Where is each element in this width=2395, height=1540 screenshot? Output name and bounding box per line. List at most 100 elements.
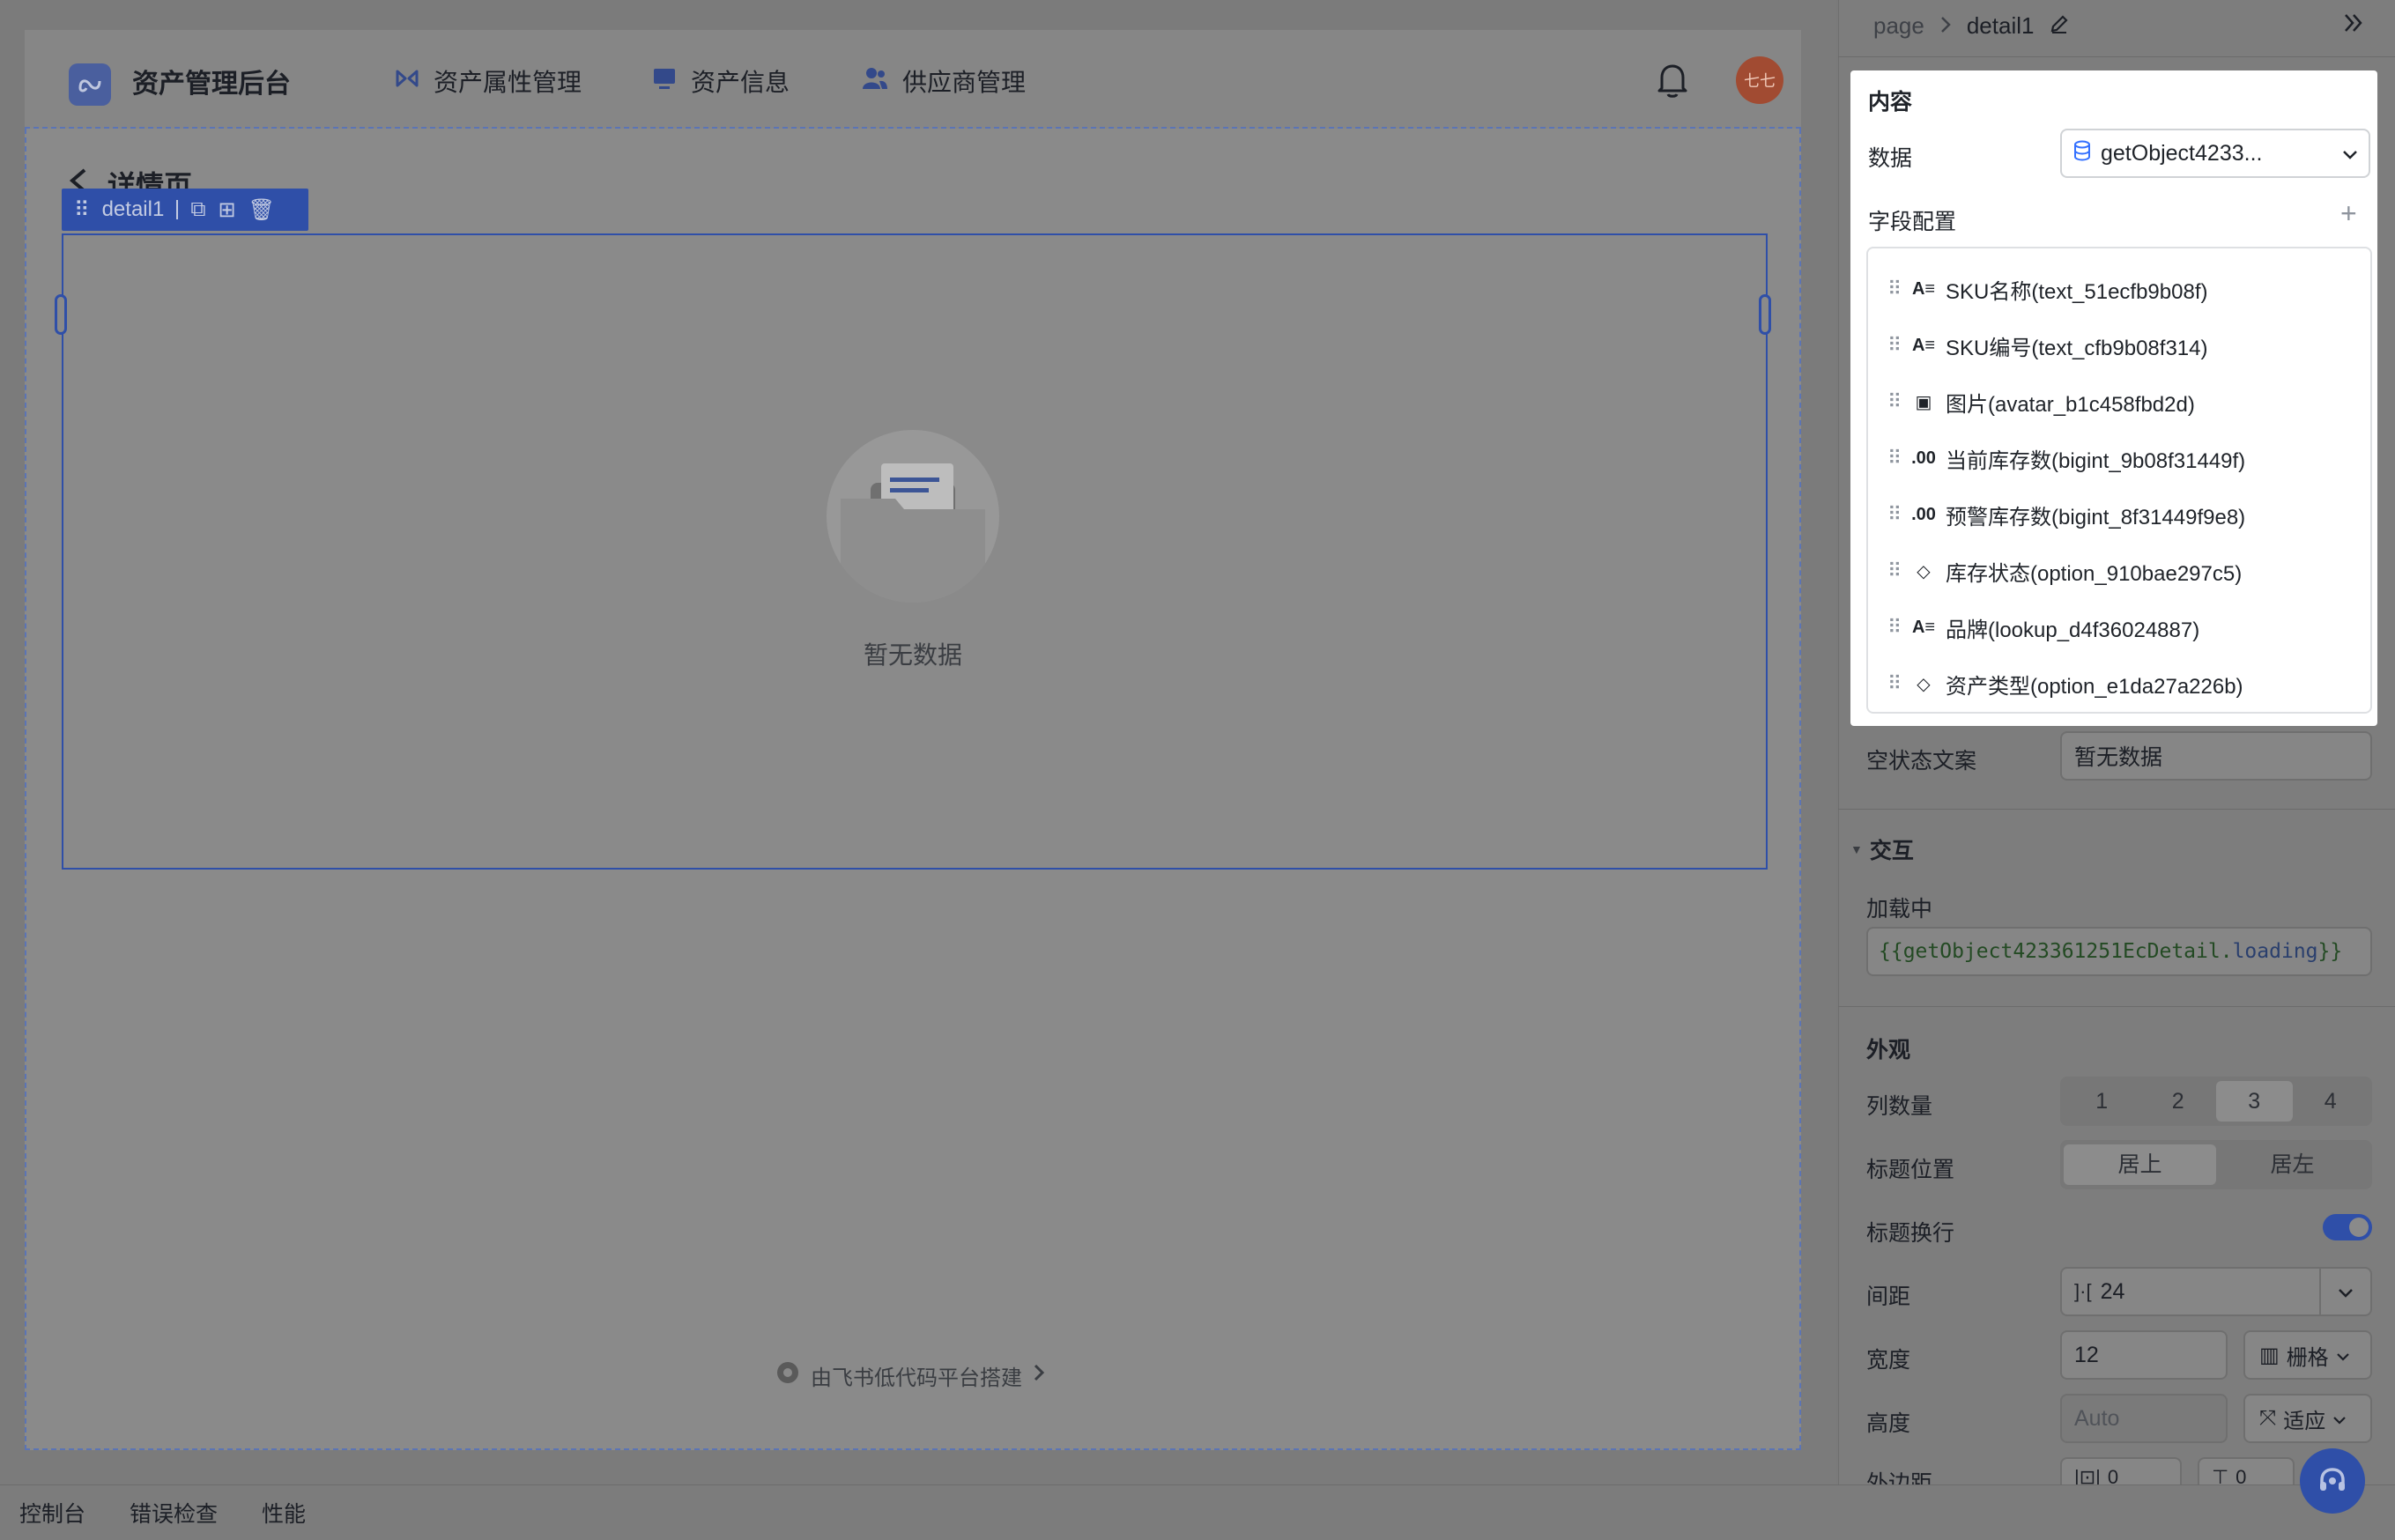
nav-item-asset-attributes[interactable]: 资产属性管理 (395, 63, 582, 99)
field-item[interactable]: ⠿ A≡ SKU名称(text_51ecfb9b08f) (1868, 261, 2370, 317)
text-icon: A≡ (1911, 335, 1936, 355)
drag-handle-icon[interactable]: ⠿ (1887, 672, 1902, 695)
field-item[interactable]: ⠿ ◇ 库存状态(option_910bae297c5) (1868, 543, 2370, 599)
loading-expression-input[interactable]: {{getObject423361251EcDetail. loading}} (1866, 927, 2372, 976)
margin-label: 外边距 (1866, 1471, 1933, 1484)
margin-value-2: 0 (2236, 1466, 2247, 1484)
interaction-section-header[interactable]: ▼ 交互 (1850, 833, 1914, 865)
columns-option-4[interactable]: 4 (2293, 1081, 2369, 1122)
code-prefix: {{getObject423361251EcDetail. (1879, 940, 2233, 963)
drag-handle-icon[interactable]: ⠿ (1887, 559, 1902, 582)
platform-credit[interactable]: 由飞书低代码平台搭建 (775, 1360, 1045, 1391)
nav-label: 供应商管理 (902, 69, 1027, 96)
title-position-label: 标题位置 (1866, 1158, 1955, 1182)
users-icon (862, 66, 888, 97)
tab-error-check[interactable]: 错误检查 (130, 1497, 218, 1529)
content-section-title: 内容 (1868, 90, 1913, 115)
field-item[interactable]: ⠿ .00 当前库存数(bigint_9b08f31449f) (1868, 430, 2370, 486)
image-icon: ▣ (1915, 392, 1932, 412)
title-position-top[interactable]: 居上 (2064, 1144, 2216, 1185)
data-source-select[interactable]: getObject4233... (2060, 129, 2370, 178)
height-unit: 适应 (2283, 1409, 2326, 1433)
empty-state-text: 暂无数据 (863, 641, 962, 669)
width-input[interactable]: 12 (2060, 1330, 2228, 1380)
field-item[interactable]: ⠿ A≡ 品牌(lookup_d4f36024887) (1868, 599, 2370, 655)
margin-vertical-icon: ⊤ (2212, 1466, 2229, 1484)
fit-icon: ⤧ (2259, 1406, 2277, 1430)
field-label: 库存状态(option_910bae297c5) (1946, 561, 2243, 586)
duplicate-icon[interactable]: ⊞ (218, 197, 235, 223)
title-wrap-toggle[interactable] (2323, 1214, 2372, 1240)
width-unit: 栅格 (2286, 1345, 2329, 1370)
section-title: 交互 (1869, 839, 1914, 863)
drag-handle-icon[interactable]: ⠿ (1887, 390, 1902, 413)
breadcrumb-root[interactable]: page (1873, 12, 1924, 40)
columns-option-1[interactable]: 1 (2064, 1081, 2140, 1122)
nav-item-asset-info[interactable]: 资产信息 (652, 63, 790, 99)
drag-handle-icon[interactable]: ⠿ (1887, 334, 1902, 357)
bell-icon[interactable] (1655, 62, 1690, 103)
height-label: 高度 (1866, 1411, 1911, 1436)
margin-value-1: 0 (2107, 1466, 2119, 1484)
add-field-icon[interactable]: + (2340, 199, 2357, 227)
panel-breadcrumb: page detail1 (1873, 12, 2069, 40)
field-item[interactable]: ⠿ .00 预警库存数(bigint_8f31449f9e8) (1868, 486, 2370, 543)
margin-input-2[interactable]: ⊤ 0 (2198, 1457, 2295, 1484)
tab-console[interactable]: 控制台 (19, 1497, 85, 1529)
columns-option-2[interactable]: 2 (2140, 1081, 2217, 1122)
title-position-segmented: 居上 居左 (2060, 1140, 2372, 1189)
number-icon: .00 (1911, 448, 1936, 468)
nav-label: 资产信息 (691, 69, 790, 96)
breadcrumb-current: detail1 (1966, 12, 2035, 39)
title-position-left[interactable]: 居左 (2216, 1144, 2369, 1185)
spacing-icon: ]·[ (2074, 1280, 2092, 1302)
caret-down-icon: ▼ (1850, 842, 1863, 856)
margin-input-1[interactable]: |⊡| 0 (2060, 1457, 2182, 1484)
content-config-popover: 内容 数据 getObject4233... 字段配置 + ⠿ A≡ SKU名称(t… (1850, 70, 2377, 726)
drag-handle-icon[interactable]: ⠿ (1887, 447, 1902, 470)
columns-option-3[interactable]: 3 (2216, 1081, 2293, 1122)
spacing-label: 间距 (1866, 1285, 1911, 1309)
delete-icon[interactable]: 🗑 (248, 197, 275, 223)
nav-label: 资产属性管理 (434, 69, 582, 96)
section-divider (1838, 1006, 2395, 1007)
field-item[interactable]: ⠿ ◇ 资产类型(option_e1da27a226b) (1868, 655, 2370, 712)
field-config-label: 字段配置 (1868, 210, 1957, 234)
tab-performance[interactable]: 性能 (262, 1497, 306, 1529)
drag-handle-icon[interactable]: ⠿ (1887, 503, 1902, 526)
field-label: 资产类型(option_e1da27a226b) (1946, 674, 2243, 699)
brand-logo-icon (69, 63, 111, 106)
loading-label: 加载中 (1866, 897, 1933, 922)
edit-pencil-icon[interactable] (2050, 12, 2069, 40)
headset-icon (2320, 1468, 2345, 1491)
copy-icon[interactable]: ⧉ (190, 197, 205, 222)
bottom-devtools-bar: 控制台 错误检查 性能 (0, 1484, 2395, 1540)
grid-icon: ▥ (2259, 1343, 2280, 1367)
drag-handle-icon[interactable]: ⠿ (1887, 278, 1902, 300)
nav-item-suppliers[interactable]: 供应商管理 (862, 63, 1026, 99)
width-unit-select[interactable]: ▥ 栅格 (2243, 1330, 2372, 1380)
resize-handle-left[interactable] (55, 294, 67, 335)
help-support-button[interactable] (2300, 1448, 2365, 1514)
empty-text-input[interactable]: 暂无数据 (2060, 731, 2372, 781)
drag-handle-icon[interactable]: ⠿ (1887, 616, 1902, 639)
chevron-right-icon (1033, 1363, 1045, 1388)
spacing-dropdown[interactable] (2319, 1267, 2372, 1316)
height-unit-select[interactable]: ⤧ 适应 (2243, 1394, 2372, 1443)
component-toolbar: ⠿ detail1 ⧉ ⊞ 🗑 (62, 189, 308, 231)
drag-handle-icon[interactable]: ⠿ (74, 197, 90, 223)
chevron-down-icon (2342, 141, 2358, 167)
height-input[interactable]: Auto (2060, 1394, 2228, 1443)
field-item[interactable]: ⠿ A≡ SKU编号(text_cfb9b08f314) (1868, 317, 2370, 374)
margin-horizontal-icon: |⊡| (2074, 1466, 2101, 1484)
field-label: 预警库存数(bigint_8f31449f9e8) (1946, 505, 2246, 529)
collapse-panel-icon[interactable] (2342, 12, 2365, 40)
field-item[interactable]: ⠿ ▣ 图片(avatar_b1c458fbd2d) (1868, 374, 2370, 430)
avatar[interactable]: 七七 (1736, 56, 1783, 104)
empty-folder-illustration (827, 430, 999, 603)
app-top-nav: 资产管理后台 资产属性管理 资产信息 供应商管理 七七 (25, 30, 1801, 129)
spacing-input[interactable]: ]·[ 24 (2060, 1267, 2321, 1316)
resize-handle-right[interactable] (1759, 294, 1771, 335)
width-label: 宽度 (1866, 1348, 1911, 1373)
columns-segmented: 1 2 3 4 (2060, 1077, 2372, 1126)
